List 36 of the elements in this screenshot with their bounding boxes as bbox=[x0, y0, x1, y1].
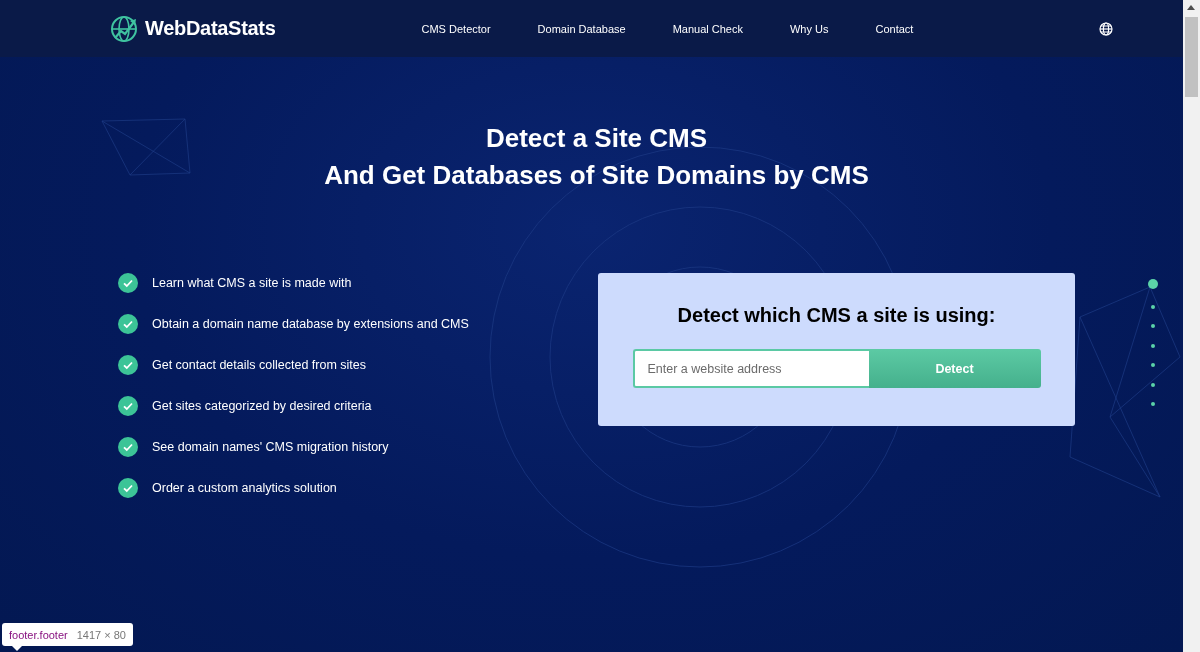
hero-title: Detect a Site CMS bbox=[485, 122, 708, 155]
feature-text: Order a custom analytics solution bbox=[152, 481, 337, 495]
slider-dot[interactable] bbox=[1151, 363, 1155, 367]
slider-dot[interactable] bbox=[1148, 279, 1158, 289]
nav-link[interactable]: Contact bbox=[875, 22, 914, 35]
logo-text[interactable]: WebDataStats bbox=[145, 17, 276, 40]
nav-link[interactable]: Domain Database bbox=[537, 22, 626, 35]
nav-link[interactable]: Manual Check bbox=[672, 22, 743, 35]
feature-text: Get sites categorized by desired criteria bbox=[152, 399, 372, 413]
element-selector: footer.footer bbox=[9, 628, 68, 641]
element-size: 1417 × 80 bbox=[76, 628, 126, 641]
slider-dot[interactable] bbox=[1151, 304, 1155, 309]
check-icon bbox=[118, 478, 138, 498]
globe-chart-icon bbox=[110, 13, 140, 44]
scroll-up-arrow-icon[interactable] bbox=[1187, 5, 1195, 10]
slider-dot[interactable] bbox=[1151, 324, 1155, 328]
feature-text: Learn what CMS a site is made with bbox=[152, 276, 352, 290]
website-address-field[interactable]: Enter a website address bbox=[632, 349, 869, 388]
scrollbar-thumb[interactable] bbox=[1185, 17, 1198, 97]
slider-dot[interactable] bbox=[1151, 402, 1155, 406]
nav-link[interactable]: Why Us bbox=[790, 22, 829, 35]
check-icon bbox=[118, 396, 138, 416]
scrollbar[interactable] bbox=[1183, 0, 1200, 652]
check-icon bbox=[118, 273, 138, 293]
feature-text: Obtain a domain name database by extensions and CMS bbox=[152, 317, 469, 331]
check-icon bbox=[118, 314, 138, 334]
card-heading: Detect which CMS a site is using: bbox=[677, 304, 996, 327]
globe-icon[interactable] bbox=[1099, 21, 1114, 36]
slider-dot[interactable] bbox=[1151, 343, 1155, 348]
slider-dot[interactable] bbox=[1151, 382, 1155, 387]
hero-title: And Get Databases of Site Domains by CMS bbox=[324, 159, 869, 192]
nav-link[interactable]: CMS Detector bbox=[421, 22, 491, 35]
feature-text: Get contact details collected from sites bbox=[152, 358, 366, 372]
check-icon bbox=[118, 355, 138, 375]
feature-text: See domain names' CMS migration history bbox=[152, 440, 389, 454]
check-icon bbox=[118, 437, 138, 457]
